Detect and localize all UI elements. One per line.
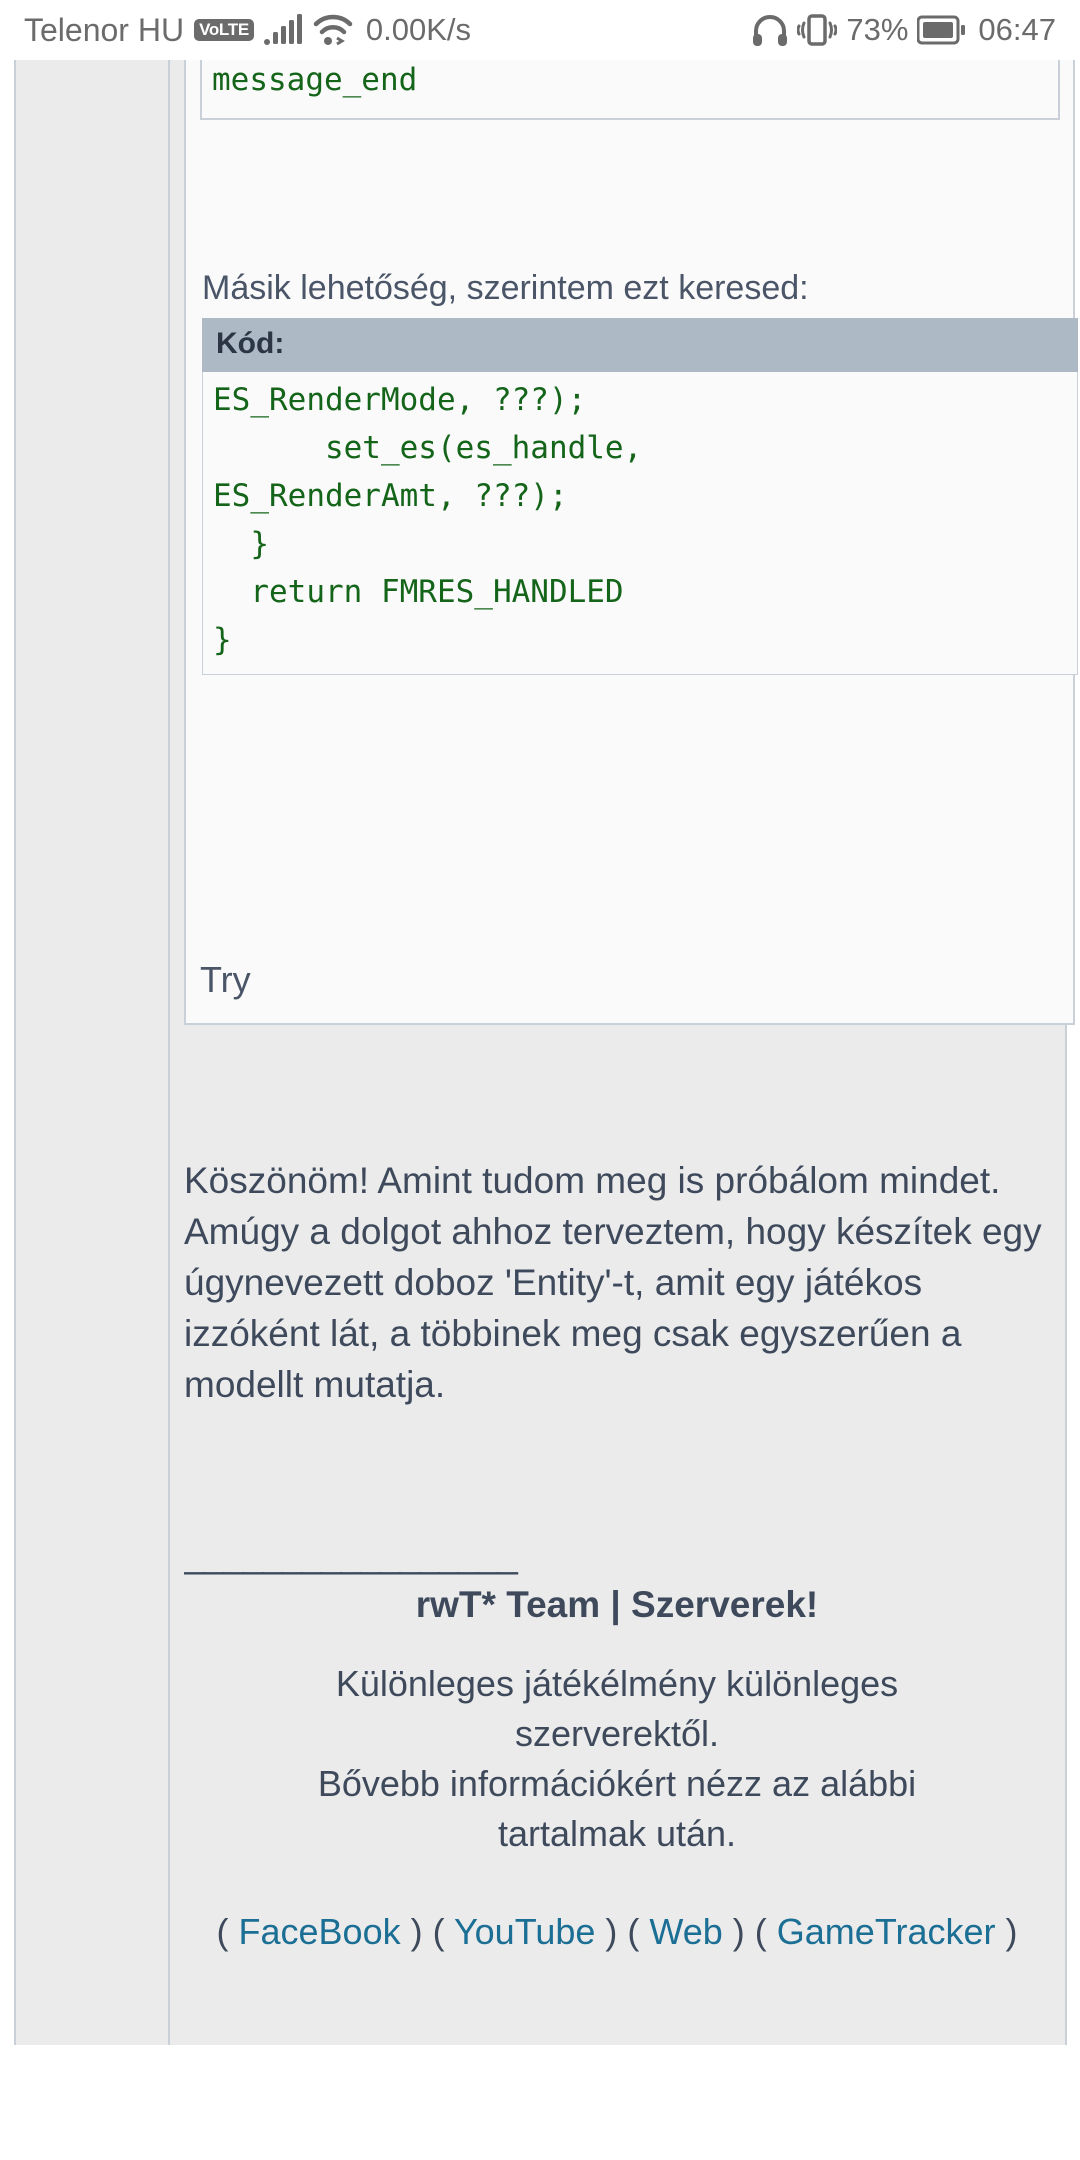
code-block: Kód: ES_RenderMode, ???); set_es(es_hand… (202, 318, 1078, 675)
carrier-label: Telenor HU (24, 11, 185, 48)
signature-title: rwT* Team | Szerverek! (415, 1584, 819, 1625)
paren-close: ) (722, 1911, 755, 1952)
code-block-top: message_coord/byte/stb message_end (200, 60, 1060, 120)
link-web[interactable]: Web (649, 1911, 722, 1952)
browser-viewport[interactable]: message_coord/byte/stb message_end Másik… (0, 60, 1080, 2100)
code-line: } (213, 621, 232, 658)
post-frame: message_coord/byte/stb message_end Másik… (14, 60, 1078, 2045)
clock-label: 06:47 (978, 12, 1056, 47)
battery-percent-label: 73% (846, 12, 909, 47)
vibrate-icon (797, 13, 838, 47)
link-gametracker[interactable]: GameTracker (777, 1911, 996, 1952)
code-line: message_end (212, 62, 418, 98)
code-line: ES_RenderAmt, ???); (213, 477, 568, 514)
link-facebook[interactable]: FaceBook (239, 1911, 401, 1952)
code-line: return FMRES_HANDLED (213, 573, 624, 610)
signature-rule: _________________ (184, 1535, 518, 1575)
signature-line-1: Különleges játékélmény különleges (335, 1663, 899, 1704)
reply-paragraph: Köszönöm! Amint tudom meg is próbálom mi… (184, 1160, 1042, 1405)
wifi-icon (312, 13, 354, 47)
paren-close: ) (400, 1911, 433, 1952)
quoted-post-card: message_coord/byte/stb message_end Másik… (184, 60, 1078, 1025)
signature-line-2: szerverektől. (514, 1713, 720, 1754)
paren-close: ) (995, 1911, 1018, 1952)
code-line: ES_RenderMode, ???); (213, 381, 587, 418)
code-block-body: ES_RenderMode, ???); set_es(es_handle, E… (202, 371, 1078, 675)
paren-open: ( (216, 1911, 239, 1952)
post-body: message_coord/byte/stb message_end Másik… (168, 60, 1078, 2045)
status-bar-right: 73% 06:47 (752, 12, 1056, 48)
headphones-icon (752, 14, 788, 46)
paren-open: ( (627, 1911, 650, 1952)
paren-open: ( (432, 1911, 454, 1952)
signal-bars-icon (263, 14, 302, 46)
signature-subtext: Különleges játékélmény különleges szerve… (184, 1659, 1050, 1859)
signature-links: ( FaceBook ) ( YouTube ) ( Web ) ( GameT… (184, 1907, 1050, 1957)
signature-block: _________________ rwT* Team | Szerverek!… (184, 1535, 1050, 1957)
link-youtube[interactable]: YouTube (454, 1911, 595, 1952)
code-line: set_es(es_handle, (213, 429, 643, 466)
code-line: } (213, 525, 269, 562)
quote-intro-text: Másik lehetőség, szerintem ezt keresed: (202, 269, 809, 307)
network-speed-label: 0.00K/s (365, 12, 471, 47)
paren-close: ) (595, 1911, 628, 1952)
status-bar: Telenor HU VoLTE 0.00K/s 73% 06:47 (0, 0, 1080, 60)
try-label: Try (200, 959, 251, 1000)
paren-open: ( (754, 1911, 777, 1952)
signature-line-4: tartalmak után. (497, 1813, 737, 1854)
volte-badge: VoLTE (194, 19, 254, 41)
battery-icon (917, 15, 966, 45)
code-block-header: Kód: (202, 318, 1078, 372)
signature-line-3: Bővebb információkért nézz az alábbi (317, 1763, 917, 1804)
status-bar-left: Telenor HU VoLTE 0.00K/s (24, 12, 471, 49)
